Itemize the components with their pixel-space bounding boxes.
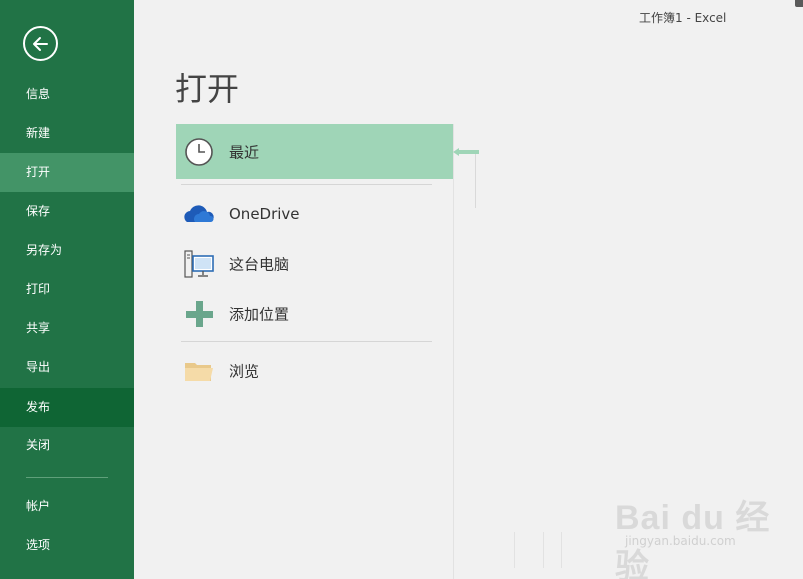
faint-divider <box>543 532 544 568</box>
nav-open[interactable]: 打开 <box>0 153 134 192</box>
location-label: 这台电脑 <box>229 255 290 273</box>
location-divider <box>181 184 432 185</box>
window-title: 工作簿1 - Excel <box>639 11 727 25</box>
computer-icon <box>184 249 214 278</box>
baidu-watermark: Bai du 经验 jingyan.baidu.com <box>615 490 803 579</box>
backstage-sidebar: 信息 新建 打开 保存 另存为 打印 共享 导出 发布 关闭 帐户 选项 <box>0 0 134 579</box>
selection-pointer-icon <box>453 148 479 156</box>
location-label: 添加位置 <box>229 305 290 323</box>
page-title: 打开 <box>175 70 240 108</box>
faint-divider <box>561 532 562 568</box>
arrow-left-icon <box>33 37 48 51</box>
nav-share[interactable]: 共享 <box>0 309 134 348</box>
nav-save-as[interactable]: 另存为 <box>0 231 134 270</box>
location-browse[interactable]: 浏览 <box>176 343 453 398</box>
panel-separator <box>453 124 454 579</box>
location-this-pc[interactable]: 这台电脑 <box>176 236 453 291</box>
clock-icon <box>185 137 213 166</box>
location-add-place[interactable]: 添加位置 <box>176 286 453 341</box>
cloud-icon <box>184 204 214 222</box>
nav-publish[interactable]: 发布 <box>0 388 134 427</box>
watermark-url: jingyan.baidu.com <box>625 534 736 548</box>
nav-close[interactable]: 关闭 <box>0 426 134 465</box>
nav-info[interactable]: 信息 <box>0 75 134 114</box>
folder-icon <box>185 362 213 381</box>
nav-options[interactable]: 选项 <box>0 526 134 565</box>
back-button[interactable] <box>23 26 58 61</box>
sidebar-divider <box>26 477 108 478</box>
location-label: 最近 <box>229 143 260 161</box>
window-control-edge <box>795 0 803 7</box>
plus-icon <box>186 300 213 327</box>
nav-print[interactable]: 打印 <box>0 270 134 309</box>
nav-save[interactable]: 保存 <box>0 192 134 231</box>
location-label: OneDrive <box>229 204 300 223</box>
nav-account[interactable]: 帐户 <box>0 487 134 526</box>
location-divider <box>181 341 432 342</box>
nav-export[interactable]: 导出 <box>0 348 134 387</box>
faint-divider <box>514 532 515 568</box>
location-onedrive[interactable]: OneDrive <box>176 186 453 241</box>
guide-line <box>475 154 476 208</box>
nav-new[interactable]: 新建 <box>0 114 134 153</box>
location-recent[interactable]: 最近 <box>176 124 453 179</box>
location-label: 浏览 <box>229 362 260 380</box>
